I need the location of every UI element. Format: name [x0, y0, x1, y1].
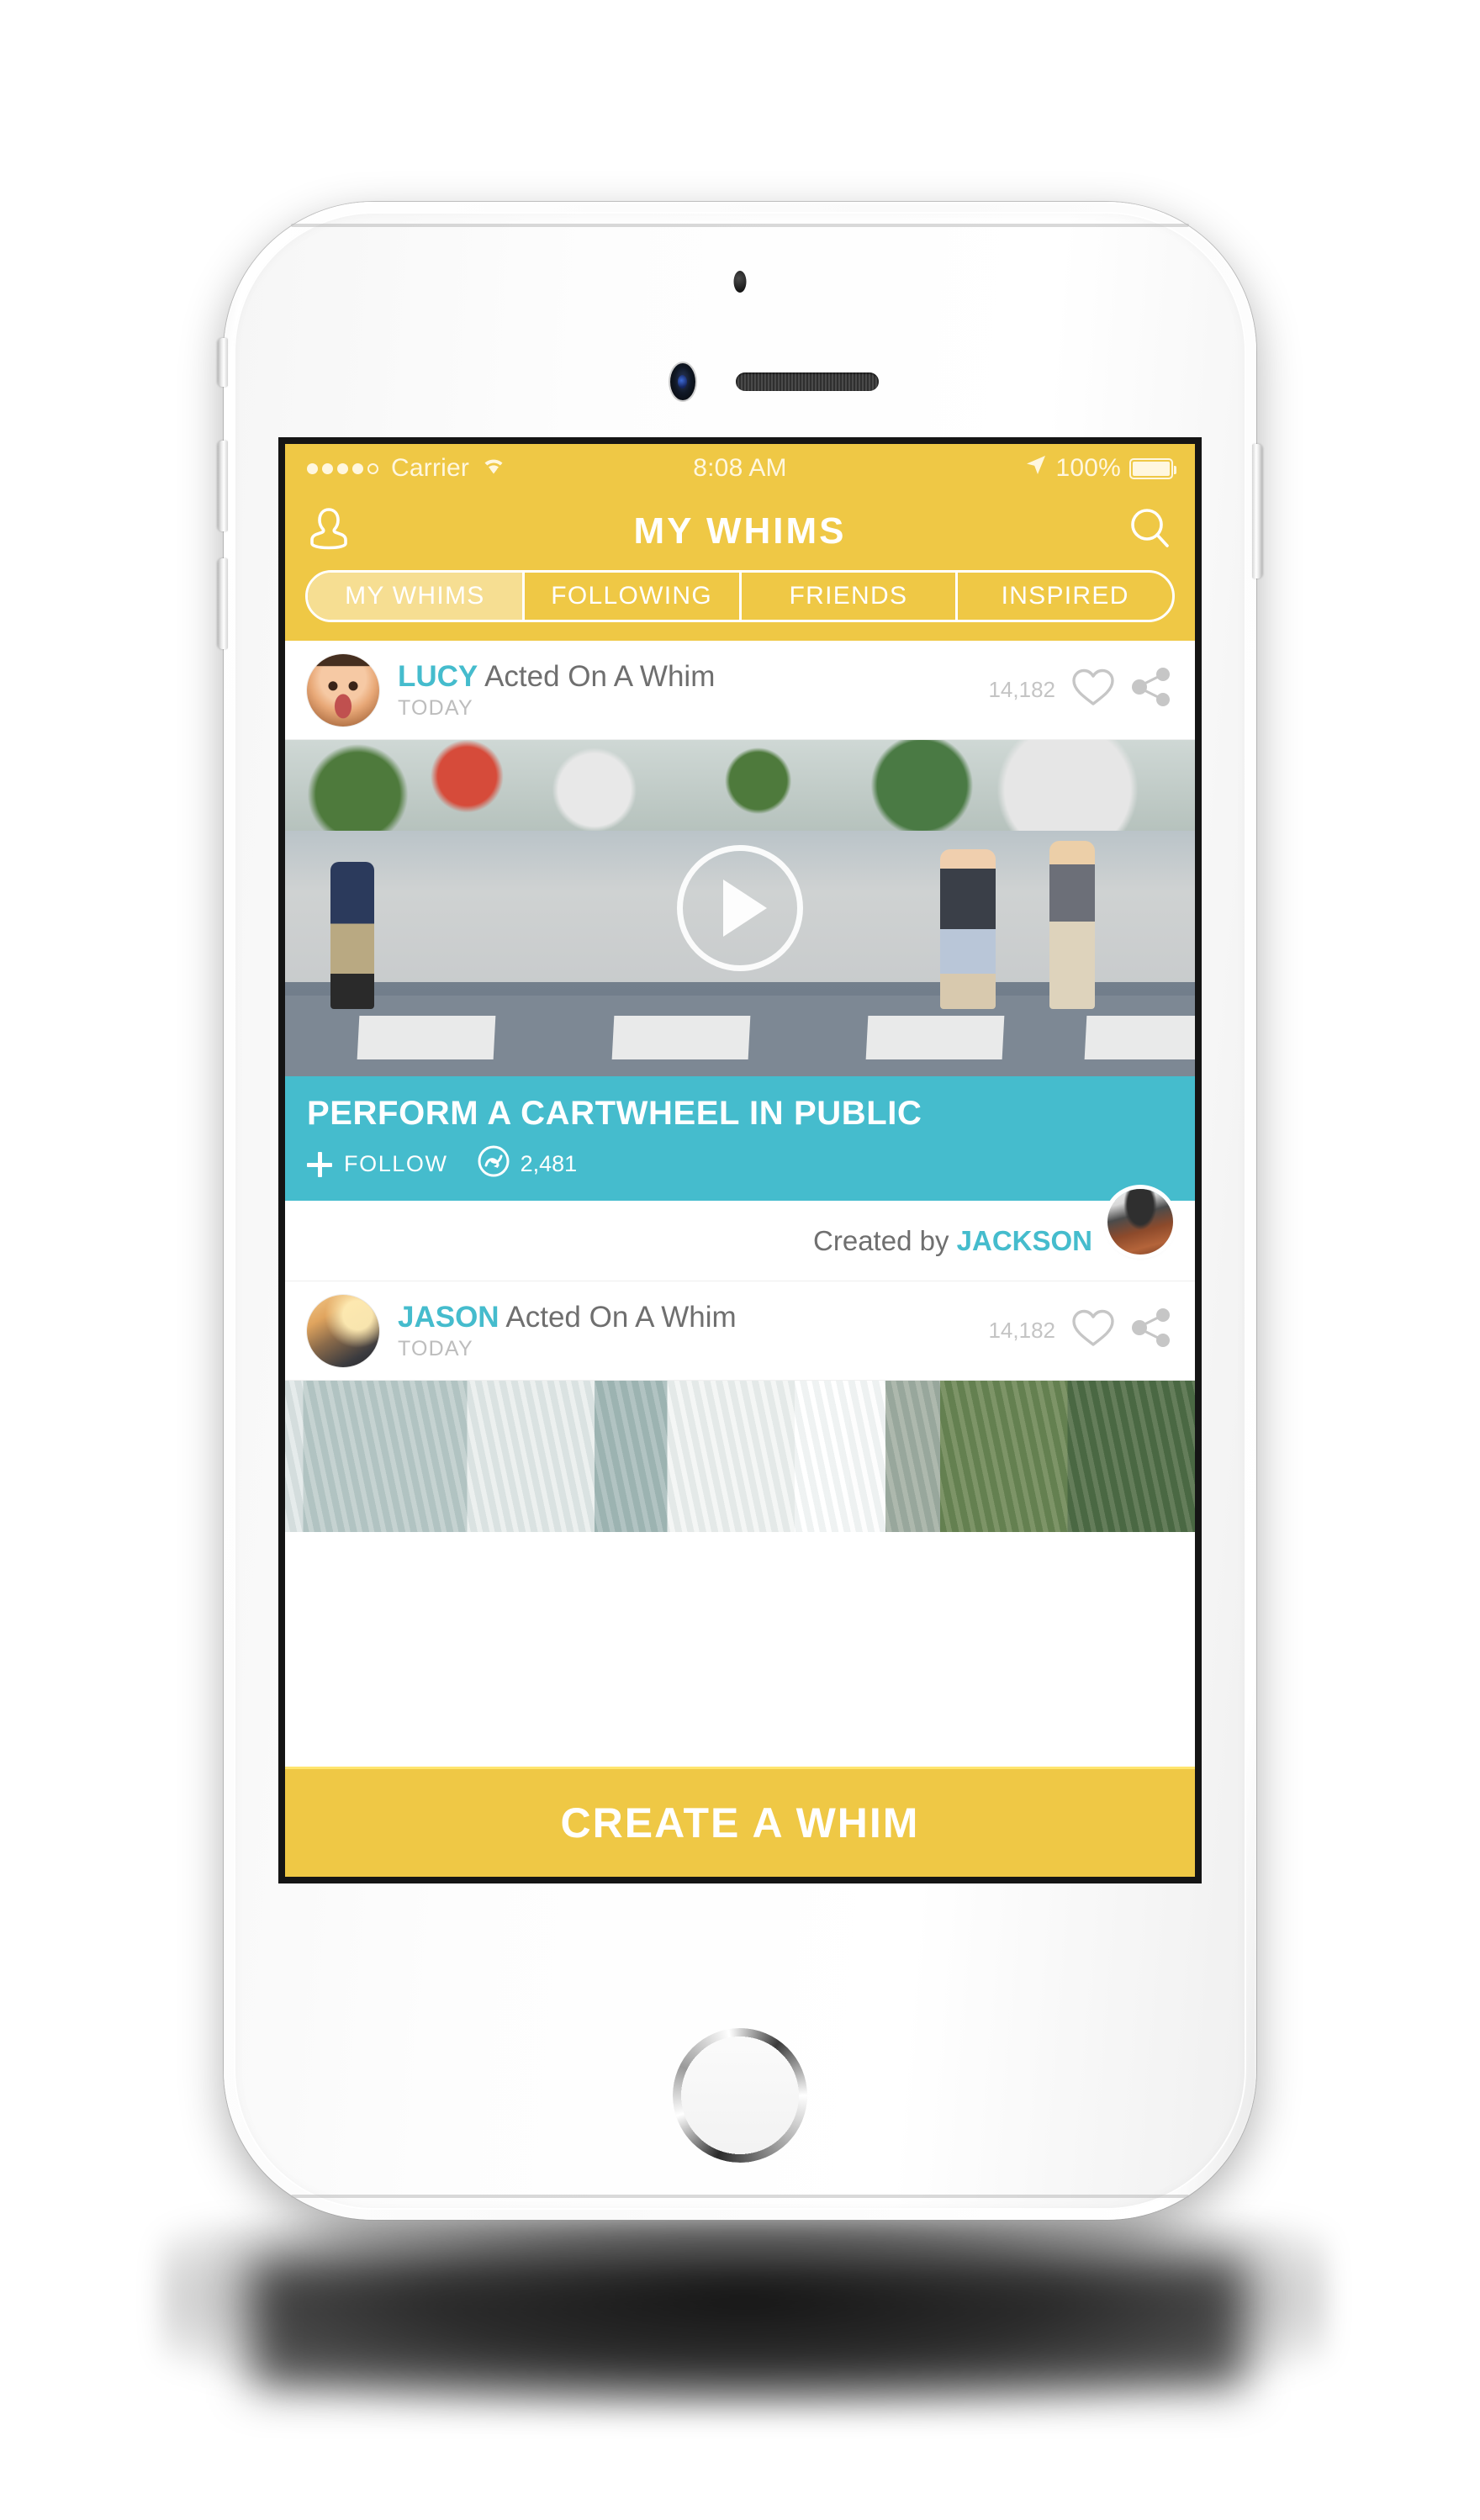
screen-bezel: Carrier 8:08 AM 100% MY WHIMS MY WHIMS F… [278, 437, 1202, 1883]
whim-circle-arrow-icon [477, 1144, 510, 1184]
phone-device: Carrier 8:08 AM 100% MY WHIMS MY WHIMS F… [218, 202, 1262, 2220]
heart-outline-icon[interactable] [1070, 666, 1116, 714]
post-author-line: JASON Acted On A Whim [398, 1301, 988, 1334]
whim-banner: PERFORM A CARTWHEEL IN PUBLIC FOLLOW 2,4… [285, 1076, 1195, 1201]
follow-button[interactable]: FOLLOW [307, 1151, 448, 1177]
whim-count: 2,481 [520, 1151, 578, 1176]
tab-bar: MY WHIMS FOLLOWING FRIENDS INSPIRED [305, 570, 1175, 622]
post-actions: 14,182 [988, 666, 1173, 714]
carrier-label: Carrier [391, 454, 470, 482]
play-icon[interactable] [677, 845, 803, 971]
volume-up-button[interactable] [218, 441, 228, 531]
feed-list: LUCY Acted On A Whim TODAY 14,182 PERFOR… [285, 641, 1195, 1532]
post-video-thumbnail[interactable] [285, 740, 1195, 1076]
post-header[interactable]: JASON Acted On A Whim TODAY 14,182 [285, 1281, 1195, 1381]
whim-creator-row[interactable]: Created by JACKSON [285, 1188, 1195, 1281]
created-by-prefix: Created by [813, 1224, 949, 1256]
volume-down-button[interactable] [218, 558, 228, 649]
post-actions: 14,182 [988, 1307, 1173, 1355]
whim-count-block: 2,481 [477, 1144, 578, 1184]
wifi-icon [480, 454, 507, 483]
whim-meta: FOLLOW 2,481 [307, 1144, 1173, 1184]
screenshot-root: Carrier 8:08 AM 100% MY WHIMS MY WHIMS F… [0, 0, 1480, 2520]
tab-friends[interactable]: FRIENDS [742, 573, 959, 620]
search-icon[interactable] [1128, 506, 1173, 557]
tab-bar-container: MY WHIMS FOLLOWING FRIENDS INSPIRED [285, 570, 1195, 641]
whim-title: PERFORM A CARTWHEEL IN PUBLIC [307, 1095, 922, 1132]
nav-bar: MY WHIMS [285, 493, 1195, 570]
avatar[interactable] [307, 1294, 379, 1367]
post-author-name: JASON [398, 1300, 500, 1334]
antenna-line-top [291, 224, 1189, 227]
post-photo-thumbnail[interactable] [285, 1381, 1195, 1532]
status-bar-left: Carrier [307, 454, 693, 483]
home-button[interactable] [673, 2028, 807, 2163]
post-author-line: LUCY Acted On A Whim [398, 660, 988, 694]
post-timestamp: TODAY [398, 695, 473, 720]
signal-strength-icon [307, 462, 378, 474]
proximity-sensor [733, 271, 747, 293]
earpiece-speaker [735, 372, 879, 391]
phone-contact-shadow [252, 2262, 1245, 2388]
avatar[interactable] [307, 653, 379, 726]
location-arrow-icon [1025, 454, 1047, 483]
power-button[interactable] [1252, 444, 1262, 578]
profile-icon[interactable] [307, 506, 351, 557]
post-author-block: LUCY Acted On A Whim TODAY [398, 660, 988, 721]
tab-my-whims[interactable]: MY WHIMS [308, 573, 525, 620]
created-by-name: JACKSON [956, 1224, 1092, 1256]
tab-inspired[interactable]: INSPIRED [958, 573, 1172, 620]
create-whim-button[interactable]: CREATE A WHIM [285, 1769, 1195, 1877]
plus-icon [307, 1151, 332, 1177]
like-count: 14,182 [988, 1318, 1055, 1343]
post-action-text: Acted On A Whim [484, 659, 716, 693]
avatar[interactable] [1107, 1188, 1173, 1255]
follow-label: FOLLOW [344, 1151, 448, 1176]
post-timestamp: TODAY [398, 1336, 473, 1360]
share-icon[interactable] [1131, 667, 1173, 713]
like-count: 14,182 [988, 677, 1055, 702]
battery-percent-label: 100% [1055, 454, 1121, 482]
post-author-block: JASON Acted On A Whim TODAY [398, 1301, 988, 1361]
battery-full-icon [1129, 457, 1176, 479]
app-screen: Carrier 8:08 AM 100% MY WHIMS MY WHIMS F… [285, 444, 1195, 1877]
front-camera [670, 363, 696, 400]
post-header[interactable]: LUCY Acted On A Whim TODAY 14,182 [285, 641, 1195, 740]
status-bar-time: 8:08 AM [693, 454, 787, 482]
status-bar-right: 100% [787, 454, 1176, 483]
post-author-name: LUCY [398, 659, 478, 693]
silent-switch[interactable] [218, 338, 228, 387]
status-bar: Carrier 8:08 AM 100% [285, 444, 1195, 493]
antenna-line-bottom [291, 2195, 1189, 2198]
post-action-text: Acted On A Whim [505, 1300, 737, 1334]
heart-outline-icon[interactable] [1070, 1307, 1116, 1355]
share-icon[interactable] [1131, 1308, 1173, 1354]
created-by-text: Created by JACKSON [813, 1225, 1092, 1257]
page-title: MY WHIMS [633, 510, 847, 552]
photo-still-image [285, 1381, 1195, 1532]
tab-following[interactable]: FOLLOWING [525, 573, 742, 620]
